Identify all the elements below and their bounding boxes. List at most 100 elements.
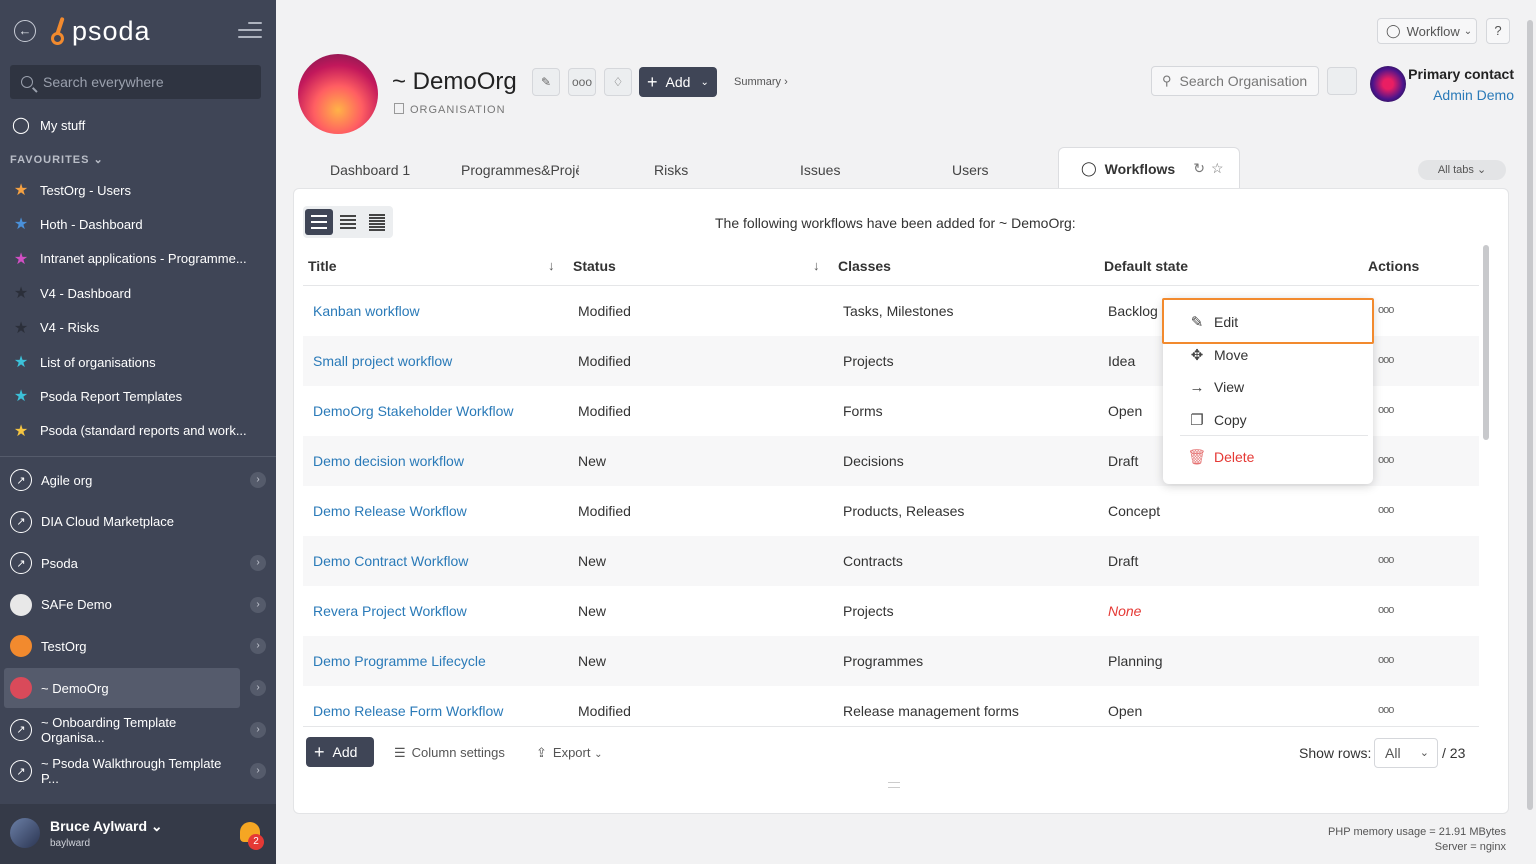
column-settings-button[interactable]: ☰ Column settings xyxy=(394,745,505,761)
help-button[interactable]: ? xyxy=(1486,18,1510,44)
sort-arrow-icon[interactable]: ↓ xyxy=(813,258,820,273)
tag-button[interactable]: ♢ xyxy=(604,68,632,96)
table-scrollbar[interactable] xyxy=(1483,245,1489,440)
favourite-item[interactable]: ★ Psoda (standard reports and work... xyxy=(0,415,276,447)
favourite-item[interactable]: ★ Psoda Report Templates xyxy=(0,380,276,412)
tab-programmes[interactable]: Programmes&Projē xyxy=(461,162,579,178)
chevron-right-icon[interactable]: › xyxy=(250,555,266,572)
row-actions-icon[interactable]: ooo xyxy=(1378,604,1394,616)
org-item[interactable]: ↗ DIA Cloud Marketplace xyxy=(4,502,240,542)
table-row[interactable]: Demo Programme Lifecycle New Programmes Pla… xyxy=(303,636,1479,686)
table-row[interactable]: Demo Release Form Workflow Modified Releas… xyxy=(303,686,1479,736)
menu-item-delete[interactable]: 🗑 Delete xyxy=(1163,441,1373,473)
table-row[interactable]: Revera Project Workflow New Projects None oo… xyxy=(303,586,1479,636)
primary-contact-name[interactable]: Admin Demo xyxy=(1433,87,1514,103)
row-actions-icon[interactable]: ooo xyxy=(1378,454,1394,466)
refresh-icon[interactable]: ↻ xyxy=(1193,160,1205,177)
org-item[interactable]: TestOrg xyxy=(4,626,240,666)
star-icon: ★ xyxy=(13,250,29,268)
favourite-item[interactable]: ★ V4 - Risks xyxy=(0,312,276,344)
menu-item-view[interactable]: → View xyxy=(1163,371,1373,403)
view-comfortable-icon[interactable] xyxy=(305,209,333,235)
my-stuff-link[interactable]: ◯ My stuff xyxy=(0,109,276,141)
show-rows-select[interactable]: All ⌄ xyxy=(1374,738,1438,768)
org-search-input[interactable] xyxy=(1179,73,1310,89)
column-header-status[interactable]: Status xyxy=(573,258,616,274)
resize-handle-icon[interactable] xyxy=(888,782,900,788)
workflow-title-link[interactable]: Kanban workflow xyxy=(313,303,420,319)
org-item[interactable]: ↗ ~ Psoda Walkthrough Template P... xyxy=(4,751,240,791)
all-tabs-button[interactable]: All tabs ⌄ xyxy=(1418,160,1506,180)
chevron-right-icon[interactable]: › xyxy=(250,721,266,738)
avatar[interactable] xyxy=(10,818,40,848)
row-actions-icon[interactable]: ooo xyxy=(1378,304,1394,316)
view-dense-icon[interactable] xyxy=(363,209,391,235)
user-name[interactable]: Bruce Aylward ⌄ xyxy=(50,818,163,835)
tab-users[interactable]: Users xyxy=(952,162,989,178)
org-search[interactable]: ⚲ xyxy=(1151,66,1319,96)
global-search[interactable] xyxy=(10,65,261,99)
page-scrollbar[interactable] xyxy=(1527,20,1533,810)
add-workflow-button[interactable]: + Add xyxy=(306,737,374,767)
workflow-title-link[interactable]: Demo decision workflow xyxy=(313,453,464,469)
org-item[interactable]: ~ DemoOrg xyxy=(4,668,240,708)
classes-cell: Products, Releases xyxy=(843,503,965,519)
more-button[interactable]: ooo xyxy=(568,68,596,96)
column-header-classes[interactable]: Classes xyxy=(838,258,891,274)
tab-dashboard[interactable]: Dashboard 1 xyxy=(330,162,410,178)
summary-link[interactable]: Summary › xyxy=(734,76,788,88)
favourite-item[interactable]: ★ Intranet applications - Programme... xyxy=(0,243,276,275)
column-header-default-state[interactable]: Default state xyxy=(1104,258,1188,274)
org-item[interactable]: ↗ Agile org xyxy=(4,460,240,500)
view-compact-icon[interactable] xyxy=(334,209,362,235)
back-arrow-icon[interactable]: ← xyxy=(14,20,36,42)
favourite-item[interactable]: ★ Hoth - Dashboard xyxy=(0,208,276,240)
switch-view-button[interactable] xyxy=(1327,67,1357,95)
arrow-right-icon: → xyxy=(1189,378,1205,396)
workflow-title-link[interactable]: Demo Programme Lifecycle xyxy=(313,653,486,669)
table-row[interactable]: Demo Contract Workflow New Contracts Draft o… xyxy=(303,536,1479,586)
workflow-title-link[interactable]: DemoOrg Stakeholder Workflow xyxy=(313,403,513,419)
sort-arrow-icon[interactable]: ↓ xyxy=(548,258,555,273)
primary-contact-avatar[interactable] xyxy=(1370,66,1406,102)
menu-item-copy[interactable]: ❐ Copy xyxy=(1163,404,1373,436)
org-item[interactable]: ↗ Psoda xyxy=(4,543,240,583)
org-item[interactable]: SAFe Demo xyxy=(4,585,240,625)
chevron-right-icon[interactable]: › xyxy=(250,763,266,780)
workflow-title-link[interactable]: Small project workflow xyxy=(313,353,452,369)
add-button[interactable]: + Add ⌄ xyxy=(639,67,717,97)
chevron-right-icon[interactable]: › xyxy=(250,680,266,696)
global-search-input[interactable] xyxy=(43,74,243,90)
workflow-title-link[interactable]: Revera Project Workflow xyxy=(313,603,467,619)
tab-workflows[interactable]: ◯ Workflows ↻ ☆ xyxy=(1058,147,1240,189)
chevron-right-icon[interactable]: › xyxy=(250,596,266,613)
favourite-item[interactable]: ★ List of organisations xyxy=(0,346,276,378)
psoda-logo[interactable]: psoda xyxy=(50,14,151,48)
user-panel[interactable]: Bruce Aylward ⌄ baylward 2 xyxy=(0,804,276,864)
edit-button[interactable]: ✎ xyxy=(532,68,560,96)
favourite-item[interactable]: ★ V4 - Dashboard xyxy=(0,277,276,309)
org-item[interactable]: ↗ ~ Onboarding Template Organisa... xyxy=(4,710,240,750)
workflow-menu-button[interactable]: ◯ Workflow ⌄ xyxy=(1377,18,1477,44)
row-actions-icon[interactable]: ooo xyxy=(1378,554,1394,566)
chevron-right-icon[interactable]: › xyxy=(250,638,266,655)
star-icon[interactable]: ☆ xyxy=(1211,160,1224,177)
row-actions-icon[interactable]: ooo xyxy=(1378,504,1394,516)
workflow-title-link[interactable]: Demo Release Form Workflow xyxy=(313,703,503,719)
chevron-right-icon[interactable]: › xyxy=(250,472,266,488)
table-row[interactable]: Demo Release Workflow Modified Products, R… xyxy=(303,486,1479,536)
row-actions-icon[interactable]: ooo xyxy=(1378,704,1394,716)
favourite-item[interactable]: ★ TestOrg - Users xyxy=(0,174,276,206)
tab-risks[interactable]: Risks xyxy=(654,162,688,178)
row-actions-icon[interactable]: ooo xyxy=(1378,404,1394,416)
workflow-title-link[interactable]: Demo Contract Workflow xyxy=(313,553,468,569)
user-handle: baylward xyxy=(50,838,91,849)
workflow-title-link[interactable]: Demo Release Workflow xyxy=(313,503,467,519)
collapse-menu-icon[interactable] xyxy=(238,22,262,40)
column-header-title[interactable]: Title xyxy=(308,258,337,274)
row-actions-icon[interactable]: ooo xyxy=(1378,654,1394,666)
tab-issues[interactable]: Issues xyxy=(800,162,840,178)
row-actions-icon[interactable]: ooo xyxy=(1378,354,1394,366)
favourites-header[interactable]: FAVOURITES ⌄ xyxy=(10,153,104,166)
export-button[interactable]: ⇪ Export ⌄ xyxy=(536,745,603,761)
